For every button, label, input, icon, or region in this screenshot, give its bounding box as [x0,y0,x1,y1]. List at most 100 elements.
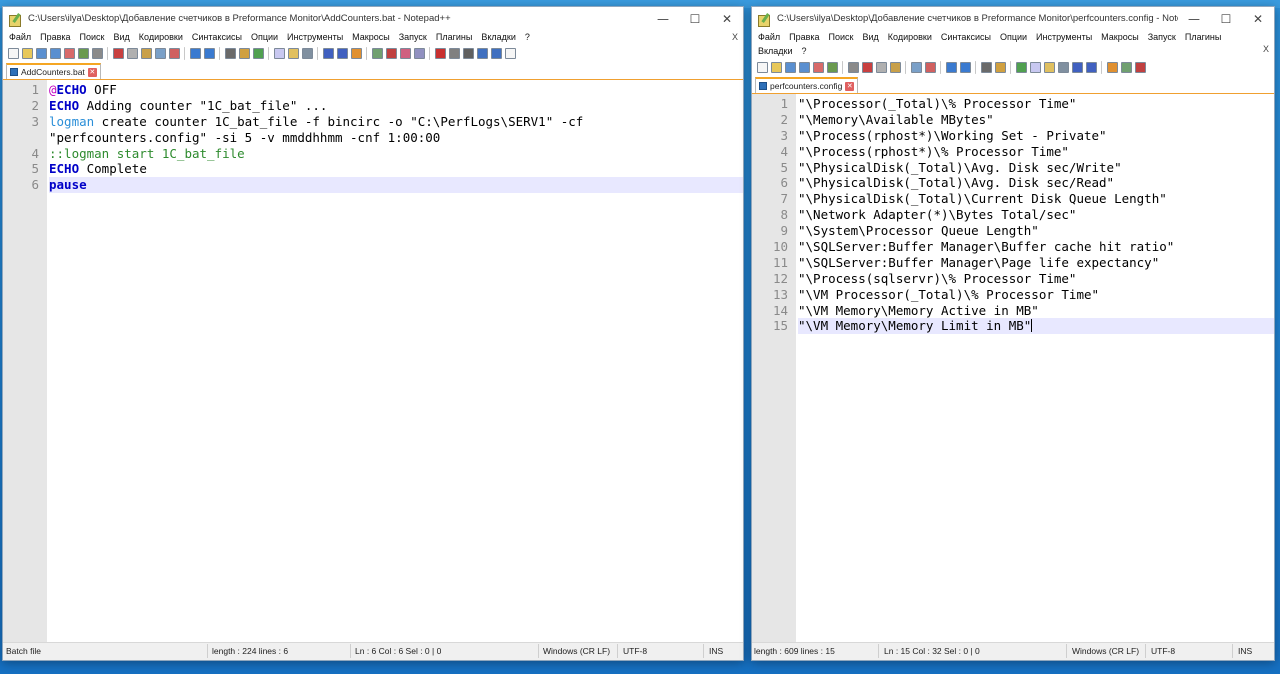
toolbar-button-icon[interactable] [91,48,103,59]
toolbar-button-icon[interactable] [770,62,782,73]
toolbar-button-icon[interactable] [7,48,19,59]
menu-item-5[interactable]: Синтаксисы [188,30,247,44]
code-line[interactable]: ::logman start 1C_bat_file [49,146,743,162]
toolbar-button-icon[interactable] [252,48,264,59]
code-line[interactable]: pause [49,177,743,194]
menu-item-6[interactable]: Опции [996,30,1032,44]
code-line[interactable]: "\Process(rphost*)\Working Set - Private… [798,128,1274,144]
toolbar-button-icon[interactable] [49,48,61,59]
notepadpp-app-icon[interactable] [758,12,772,27]
code-line[interactable]: "\SQLServer:Buffer Manager\Page life exp… [798,255,1274,271]
toolbar-button-icon[interactable] [1015,62,1027,73]
menu-item-11[interactable]: Вкладки [754,44,798,58]
toolbar-button-icon[interactable] [434,48,446,59]
tab-perfcounters[interactable]: perfcounters.config ✕ [755,77,859,93]
status-encoding[interactable]: UTF-8 [1151,646,1175,656]
toolbar-button-icon[interactable] [413,48,425,59]
toolbar-button-icon[interactable] [462,48,474,59]
status-eol[interactable]: Windows (CR LF) [1072,646,1139,656]
toolbar-button-icon[interactable] [1029,62,1041,73]
toolbar-button-icon[interactable] [994,62,1006,73]
status-encoding[interactable]: UTF-8 [623,646,647,656]
menu-item-10[interactable]: Плагины [1181,30,1226,44]
code-line[interactable]: ECHO Adding counter "1C_bat_file" ... [49,98,743,114]
tab-addcounters[interactable]: AddCounters.bat ✕ [6,63,101,79]
code-line[interactable]: "\System\Processor Queue Length" [798,223,1274,239]
toolbar-button-icon[interactable] [945,62,957,73]
menu-item-3[interactable]: Вид [859,30,884,44]
toolbar-button-icon[interactable] [1106,62,1118,73]
menu-item-8[interactable]: Макросы [1097,30,1144,44]
code-line[interactable]: "\PhysicalDisk(_Total)\Avg. Disk sec/Rea… [798,175,1274,191]
menu-item-9[interactable]: Запуск [395,30,432,44]
status-insert-mode[interactable]: INS [709,646,723,656]
close-button[interactable]: ✕ [1242,7,1274,30]
toolbar-button-icon[interactable] [798,62,810,73]
menu-item-7[interactable]: Инструменты [283,30,348,44]
toolbar-button-icon[interactable] [476,48,488,59]
menu-item-12[interactable]: ? [798,44,812,58]
toolbar-button-icon[interactable] [224,48,236,59]
code-line[interactable]: ECHO Complete [49,161,743,177]
toolbar-button-icon[interactable] [189,48,201,59]
notepadpp-app-icon[interactable] [9,12,23,27]
toolbar-button-icon[interactable] [399,48,411,59]
close-document-button[interactable]: X [1263,44,1269,54]
toolbar-button-icon[interactable] [238,48,250,59]
code-line[interactable]: "\PhysicalDisk(_Total)\Current Disk Queu… [798,191,1274,207]
code-line[interactable]: "\PhysicalDisk(_Total)\Avg. Disk sec/Wri… [798,160,1274,176]
code-line[interactable]: "\SQLServer:Buffer Manager\Buffer cache … [798,239,1274,255]
toolbar-button-icon[interactable] [1071,62,1083,73]
toolbar-button-icon[interactable] [784,62,796,73]
toolbar-button-icon[interactable] [21,48,33,59]
code-line[interactable]: "\Network Adapter(*)\Bytes Total/sec" [798,207,1274,223]
toolbar-button-icon[interactable] [126,48,138,59]
menu-item-1[interactable]: Правка [36,30,75,44]
toolbar-button-icon[interactable] [385,48,397,59]
toolbar-button-icon[interactable] [448,48,460,59]
code-line[interactable]: "\Memory\Available MBytes" [798,112,1274,128]
toolbar-button-icon[interactable] [861,62,873,73]
toolbar-button-icon[interactable] [112,48,124,59]
title-bar[interactable]: C:\Users\ilya\Desktop\Добавление счетчик… [3,7,743,30]
menu-item-3[interactable]: Вид [110,30,135,44]
toolbar-button-icon[interactable] [1120,62,1132,73]
code-line[interactable]: "\VM Memory\Memory Limit in MB" [798,318,1274,335]
toolbar-button-icon[interactable] [154,48,166,59]
menu-item-4[interactable]: Кодировки [884,30,937,44]
menu-item-2[interactable]: Поиск [76,30,110,44]
toolbar-button-icon[interactable] [63,48,75,59]
toolbar-button-icon[interactable] [203,48,215,59]
toolbar-button-icon[interactable] [371,48,383,59]
menu-item-9[interactable]: Запуск [1144,30,1181,44]
menu-item-12[interactable]: ? [521,30,535,44]
menu-item-0[interactable]: Файл [754,30,785,44]
toolbar-button-icon[interactable] [756,62,768,73]
status-eol[interactable]: Windows (CR LF) [543,646,610,656]
menu-item-7[interactable]: Инструменты [1032,30,1097,44]
minimize-button[interactable]: — [1178,7,1210,30]
toolbar-button-icon[interactable] [336,48,348,59]
toolbar-button-icon[interactable] [490,48,502,59]
toolbar-button-icon[interactable] [875,62,887,73]
tab-close-icon[interactable]: ✕ [87,67,97,77]
code-area[interactable]: "\Processor(_Total)\% Processor Time" "\M… [796,94,1274,642]
toolbar-button-icon[interactable] [847,62,859,73]
toolbar-button-icon[interactable] [812,62,824,73]
menu-item-0[interactable]: Файл [5,30,36,44]
maximize-button[interactable]: ☐ [1210,7,1242,30]
menu-item-5[interactable]: Синтаксисы [937,30,996,44]
maximize-button[interactable]: ☐ [679,7,711,30]
tab-close-icon[interactable]: ✕ [845,81,855,91]
toolbar-button-icon[interactable] [1057,62,1069,73]
toolbar-button-icon[interactable] [924,62,936,73]
code-area[interactable]: @ECHO OFF ECHO Adding counter "1C_bat_fil… [47,80,743,642]
toolbar-button-icon[interactable] [273,48,285,59]
menu-item-1[interactable]: Правка [785,30,824,44]
code-line[interactable]: "\VM Processor(_Total)\% Processor Time" [798,287,1274,303]
status-insert-mode[interactable]: INS [1238,646,1252,656]
code-line[interactable]: "\Process(sqlservr)\% Processor Time" [798,271,1274,287]
menu-item-10[interactable]: Плагины [432,30,477,44]
toolbar-button-icon[interactable] [287,48,299,59]
toolbar-button-icon[interactable] [301,48,313,59]
